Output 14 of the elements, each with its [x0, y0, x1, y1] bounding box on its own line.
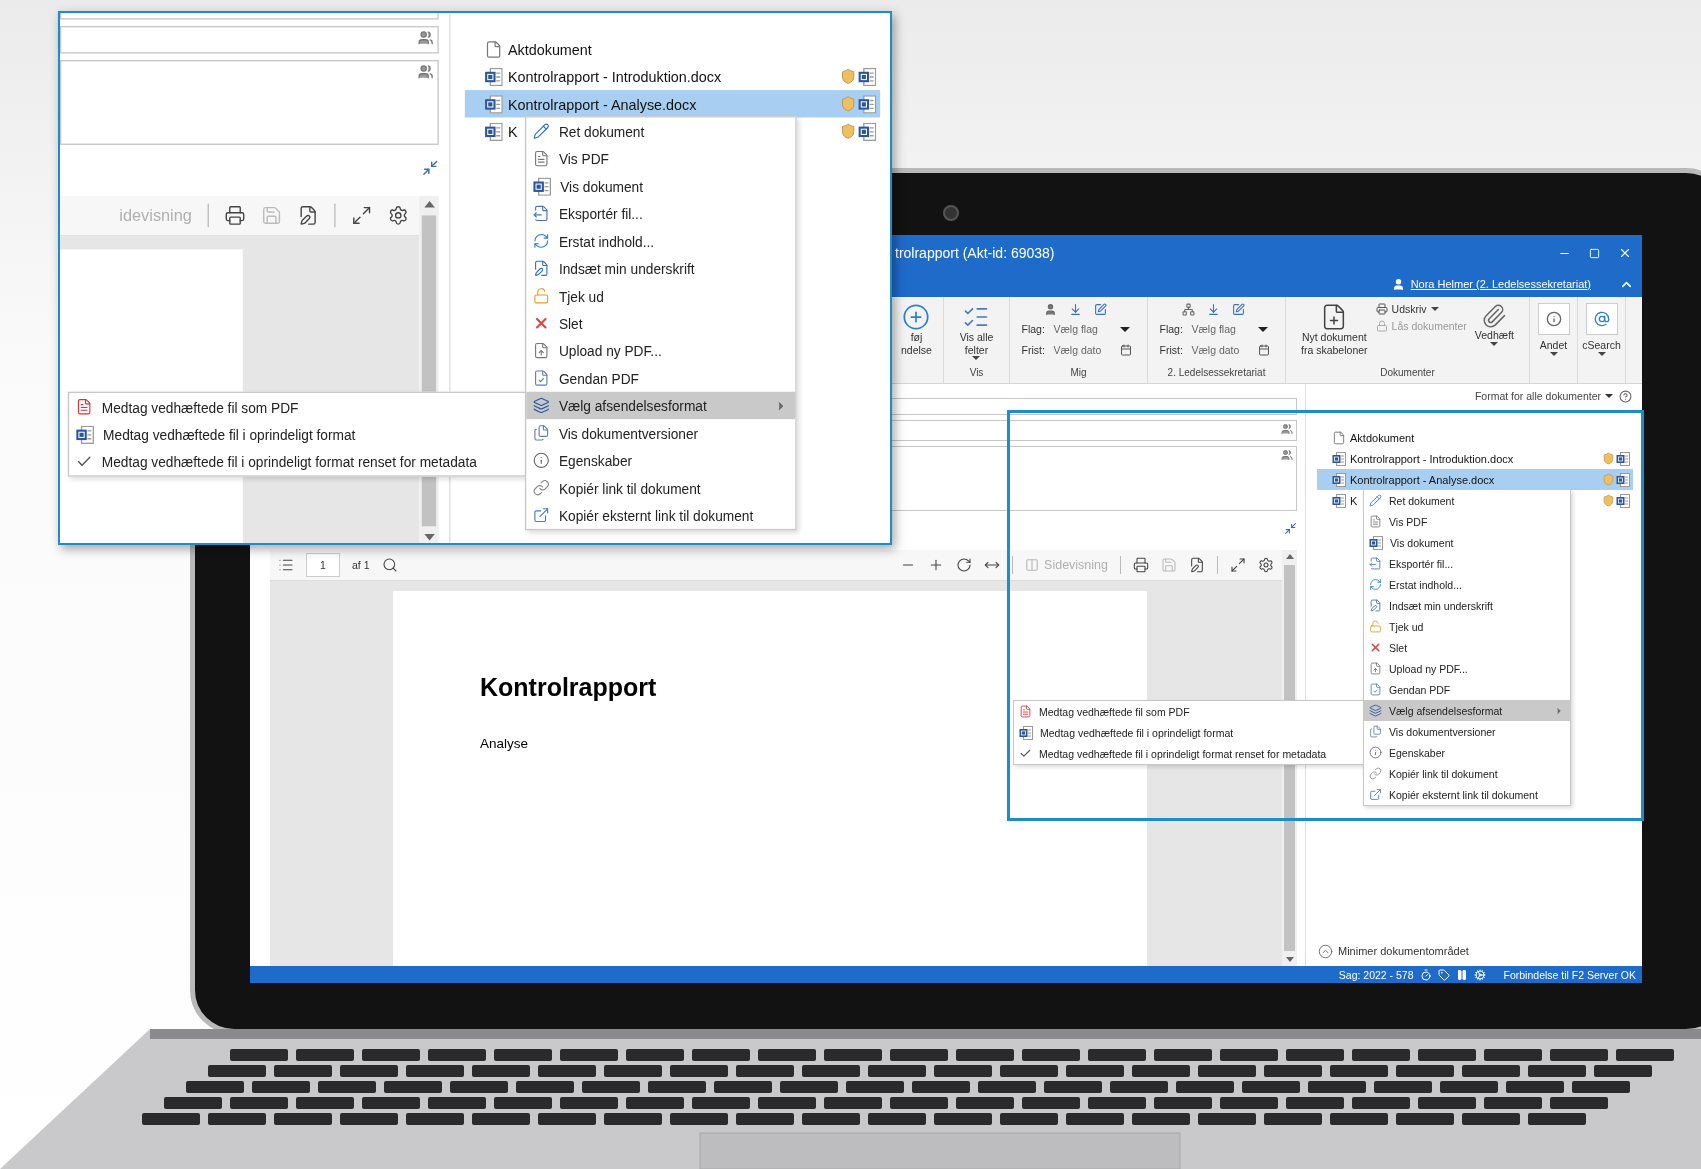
flag-label: Flag:	[1021, 323, 1046, 335]
group-label: Mig	[1069, 367, 1088, 380]
document-title: Kontrolrapport	[480, 673, 658, 702]
group-label: 2. Ledelsessekretariat	[1166, 367, 1267, 380]
due-label: Frist:	[1159, 344, 1184, 356]
case-number: Sag: 2022 - 578	[1338, 968, 1414, 981]
document-subtitle: Analyse	[480, 736, 530, 751]
group-label: Dokumenter	[1379, 367, 1436, 380]
flag-label: Flag:	[1159, 323, 1184, 335]
group-label: Vis	[968, 367, 985, 380]
page-count: af 1	[352, 559, 370, 571]
window-title: trolrapport (Akt-id: 69038)	[895, 245, 1056, 261]
due-label: Frist:	[1021, 344, 1046, 356]
connection-status: Forbindelse til F2 Server OK	[1503, 968, 1636, 981]
